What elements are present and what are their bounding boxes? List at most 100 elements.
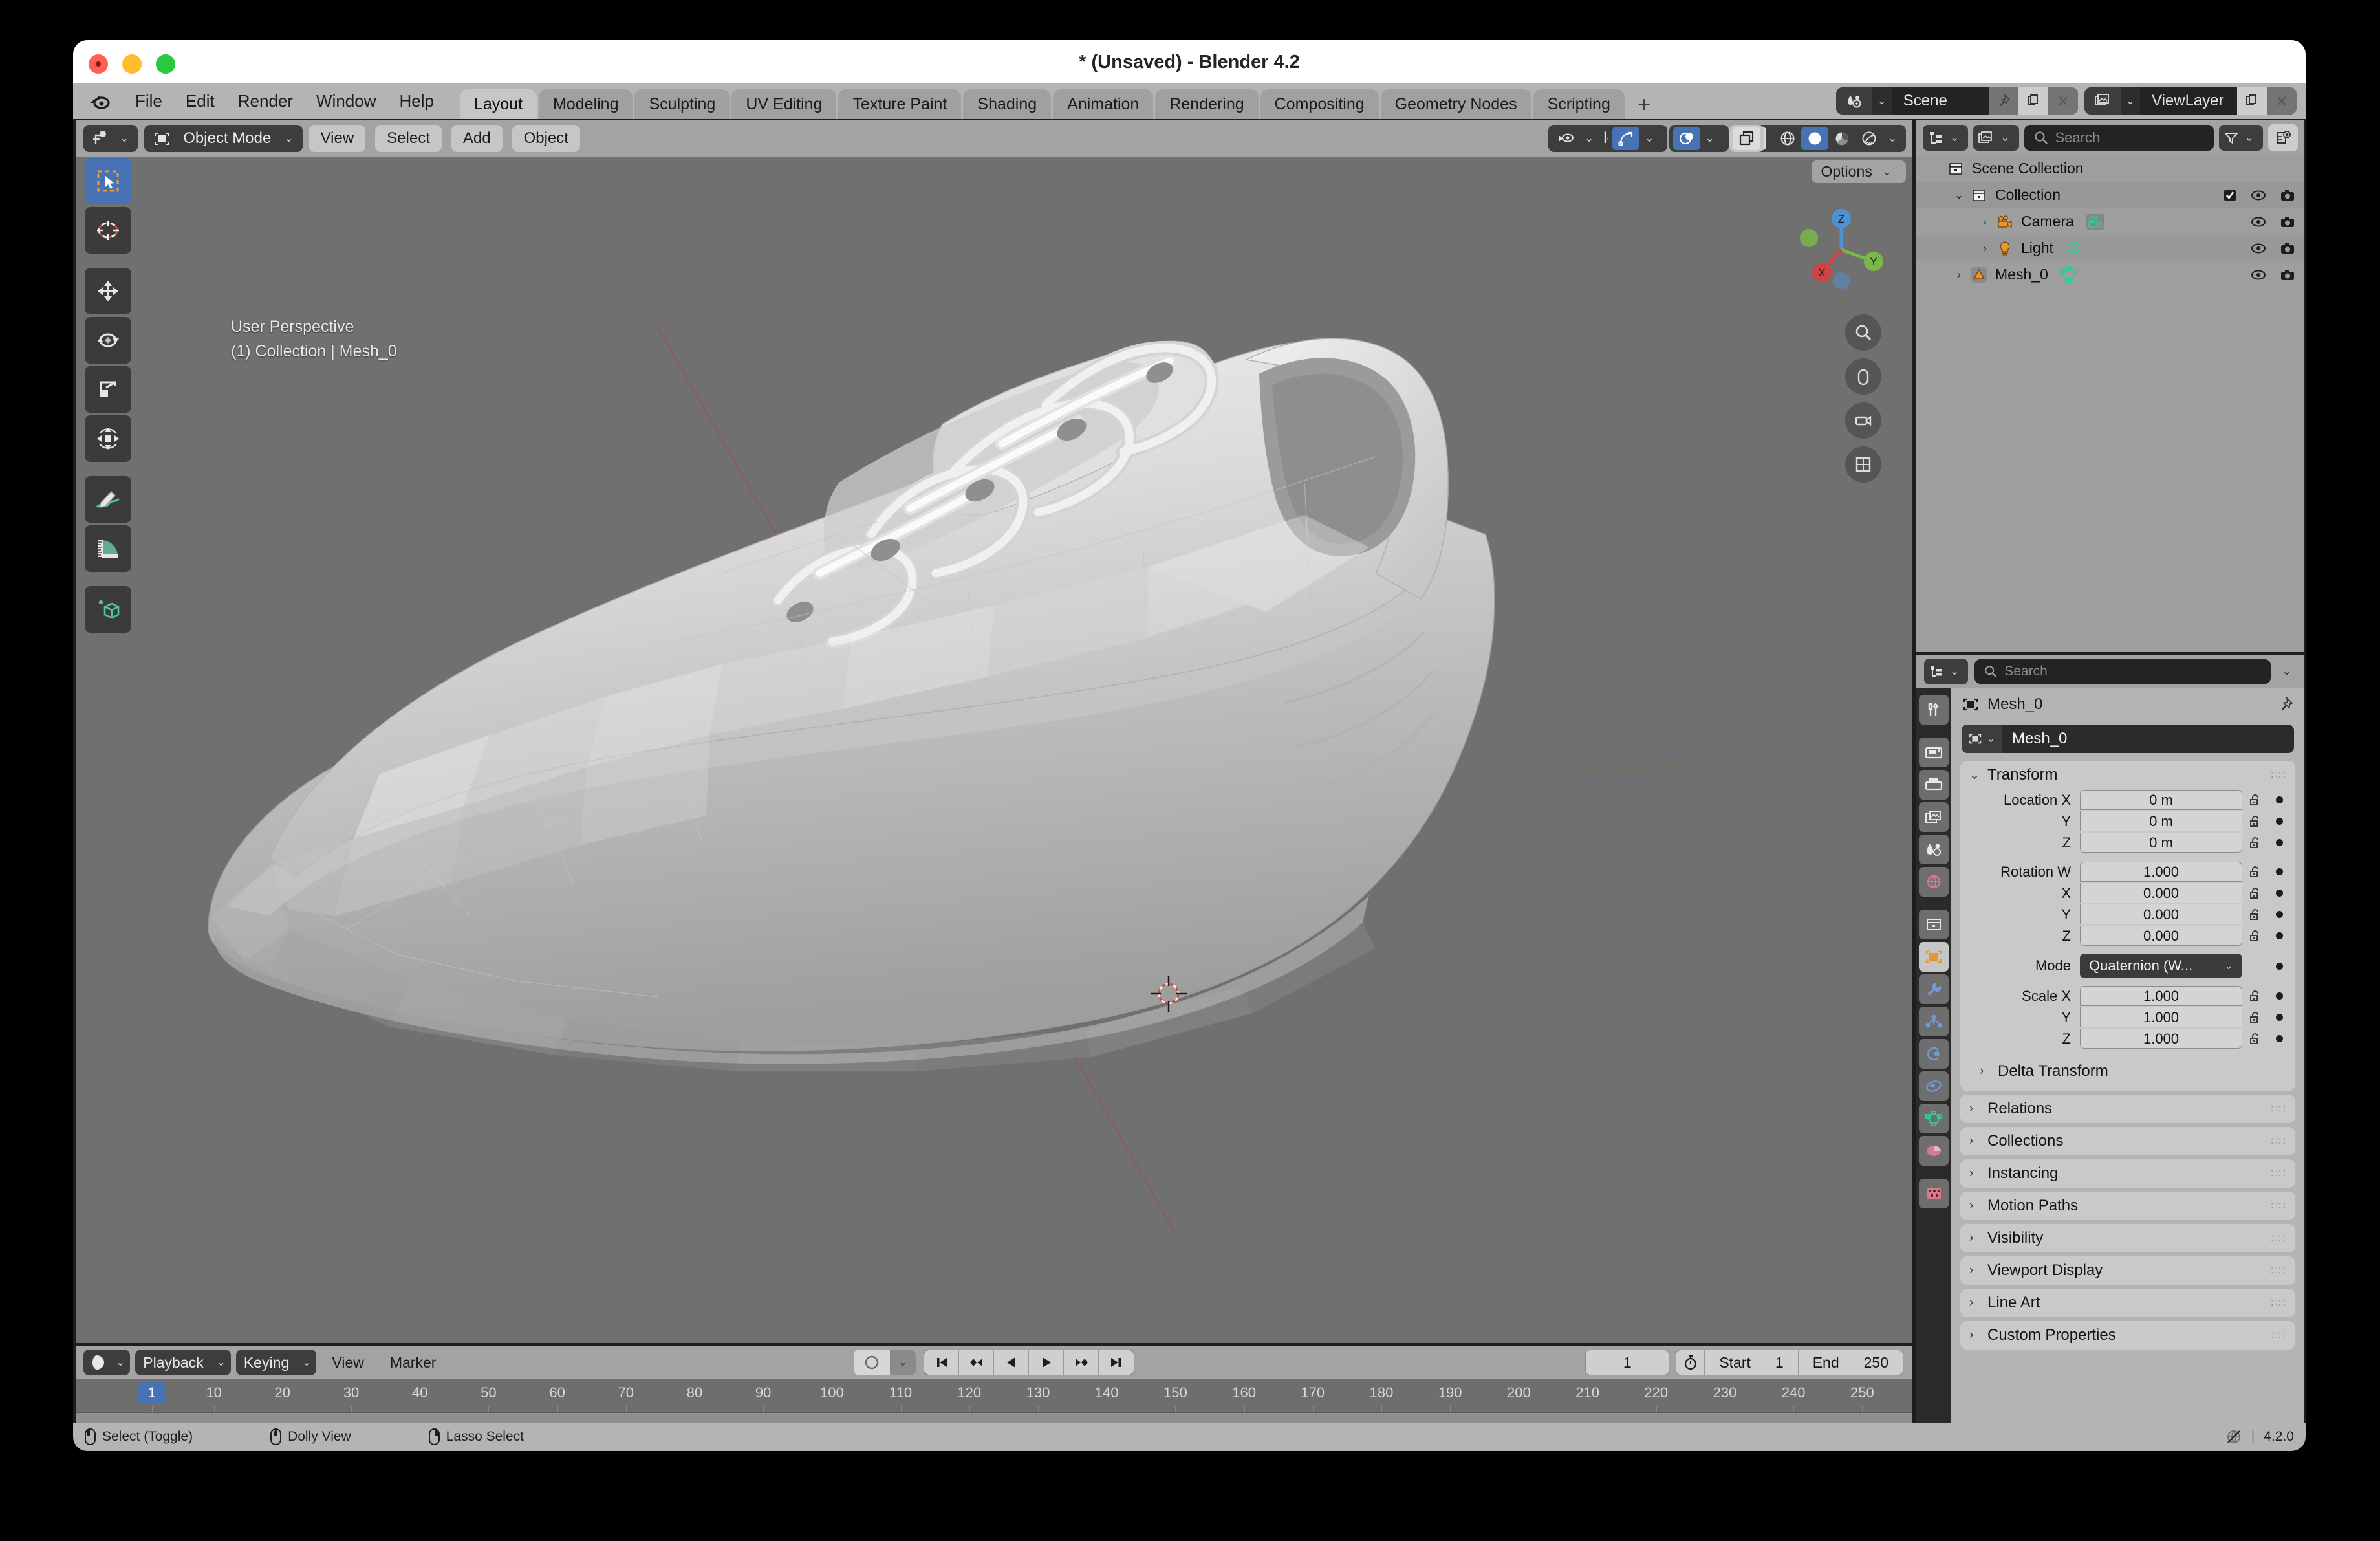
viewport-menu-select[interactable]: Select [375,125,442,152]
properties-editor-type-selector[interactable]: ⌄ [1924,659,1969,684]
line-art-panel-header[interactable]: › Line Art ∷∷ [1960,1289,2295,1317]
interaction-mode-label[interactable]: Object Mode [175,125,279,152]
move-tool[interactable] [85,268,131,314]
outliner-row-mesh-0[interactable]: › Mesh_0 [1916,261,2304,288]
location-x-animate-decorator[interactable] [2268,796,2290,803]
tab-sculpting[interactable]: Sculpting [634,89,730,119]
visibility-panel[interactable]: › Visibility ∷∷ [1960,1224,2295,1252]
tab-scripting[interactable]: Scripting [1533,89,1625,119]
constraints-tab[interactable] [1919,1071,1949,1101]
scene-pin-icon[interactable] [1988,87,2018,115]
playback-chevron-down-icon[interactable]: ⌄ [211,1356,231,1369]
physics-tab[interactable] [1919,1039,1949,1069]
interaction-mode-selector[interactable]: Object Mode ⌄ [144,125,303,152]
rotation-y-animate-decorator[interactable] [2268,911,2290,918]
outliner-display-chevron-down-icon[interactable]: ⌄ [1995,131,2015,144]
playback-label[interactable]: Playback [135,1350,211,1375]
menu-help[interactable]: Help [387,87,445,115]
xray-icon[interactable] [1733,127,1760,150]
shading-chevron-down-icon[interactable]: ⌄ [1883,132,1902,145]
xray-toggle[interactable] [1729,125,1764,152]
keying-menu[interactable]: Keying ⌄ [235,1350,317,1375]
panel-collapsed-chevron-icon[interactable]: › [1969,1263,1981,1278]
rotation-x-lock-icon[interactable] [2242,886,2268,901]
location-x-field[interactable]: 0 m [2080,790,2242,810]
object-tab[interactable] [1919,942,1949,972]
relations-panel[interactable]: › Relations ∷∷ [1960,1095,2295,1123]
outliner-filter-button[interactable]: ⌄ [2218,125,2263,151]
scale-z-field[interactable]: 1.000 [2080,1029,2242,1049]
object-id-chevron-down-icon[interactable]: ⌄ [1986,732,1995,745]
panel-collapsed-chevron-icon[interactable]: › [1969,1296,1981,1310]
panel-collapsed-chevron-icon[interactable]: › [1969,1199,1981,1213]
custom-properties-panel[interactable]: › Custom Properties ∷∷ [1960,1321,2295,1350]
modifiers-tab[interactable] [1919,974,1949,1004]
scene-tab[interactable] [1919,835,1949,864]
timeline-menu-marker[interactable]: Marker [380,1350,447,1375]
add-cube-tool[interactable] [85,586,131,633]
mesh-data-icon[interactable] [2059,265,2078,284]
play-button[interactable] [1029,1350,1064,1375]
tool-tab[interactable] [1919,695,1949,725]
overlays-chevron-down-icon[interactable]: ⌄ [1700,132,1720,145]
hide-in-viewport-eye-icon[interactable] [2250,215,2267,229]
scene-chevron-down-icon[interactable]: ⌄ [1872,94,1892,107]
outliner-row-scene-collection[interactable]: Scene Collection [1916,155,2304,182]
scene-datablock[interactable]: ⌄ Scene [1835,87,2078,115]
rotation-y-lock-icon[interactable] [2242,907,2268,923]
object-name-value[interactable]: Mesh_0 [2002,730,2067,748]
gizmo-chevron-down-icon[interactable]: ⌄ [1639,132,1659,145]
scale-y-lock-icon[interactable] [2242,1010,2268,1025]
camera-data-icon[interactable] [2086,213,2105,230]
properties-editor[interactable]: ⌄ Search ⌄ Mesh_0 ⌄ Mesh_0 ⌄ Transform ∷… [1916,655,2304,1449]
solid-shading-icon[interactable] [1801,127,1828,150]
motion-paths-panel[interactable]: › Motion Paths ∷∷ [1960,1192,2295,1220]
panel-collapsed-chevron-icon[interactable]: › [1969,1166,1981,1181]
rotation-mode-chevron-down-icon[interactable]: ⌄ [2224,959,2233,972]
outliner-row-collection[interactable]: ⌄ Collection [1916,182,2304,208]
panel-collapsed-chevron-icon[interactable]: › [1969,1231,1981,1245]
rotation-z-lock-icon[interactable] [2242,928,2268,944]
add-workspace-button[interactable]: + [1627,89,1662,119]
keying-chevron-down-icon[interactable]: ⌄ [297,1356,316,1369]
material-preview-shading-icon[interactable] [1828,127,1855,150]
panel-expanded-chevron-icon[interactable]: ⌄ [1969,768,1981,783]
visibility-chevron-down-icon[interactable]: ⌄ [1579,132,1599,145]
object-id-name-field[interactable]: ⌄ Mesh_0 [1962,725,2294,753]
gizmo-toggle-group[interactable]: ⌄ [1608,125,1663,152]
collections-panel-header[interactable]: › Collections ∷∷ [1960,1127,2295,1155]
measure-tool[interactable] [85,525,131,572]
jump-to-prev-keyframe-button[interactable] [959,1350,994,1375]
tab-modeling[interactable]: Modeling [539,89,633,119]
texture-tab[interactable] [1919,1179,1949,1208]
zoom-view-icon[interactable] [1845,314,1881,351]
filter-chevron-down-icon[interactable]: ⌄ [2240,131,2259,144]
mode-chevron-down-icon[interactable]: ⌄ [279,132,298,145]
rotation-mode-animate-decorator[interactable] [2268,963,2290,970]
rotation-z-animate-decorator[interactable] [2268,932,2290,939]
tab-uv-editing[interactable]: UV Editing [731,89,837,119]
timeline-ruler[interactable]: 1 10 20 30 40 50 60 70 80 90 100 110 120 130 140 150 160… [76,1379,1912,1414]
viewlayer-name-field[interactable]: ViewLayer [2140,87,2237,115]
row-disclosure-collapsed-icon[interactable]: › [1950,268,1968,281]
rendered-shading-icon[interactable] [1855,127,1883,150]
object-data-tab[interactable] [1919,1104,1949,1133]
editor-type-selector[interactable]: ⌄ [83,125,138,152]
custom-properties-panel-header[interactable]: › Custom Properties ∷∷ [1960,1321,2295,1350]
playback-menu[interactable]: Playback ⌄ [135,1350,231,1375]
jump-to-next-keyframe-button[interactable] [1064,1350,1099,1375]
motion-paths-panel-header[interactable]: › Motion Paths ∷∷ [1960,1192,2295,1220]
start-frame-field[interactable]: Start 1 [1705,1350,1799,1375]
panel-collapsed-chevron-icon[interactable]: › [1969,1134,1981,1148]
viewport-display-panel-header[interactable]: › Viewport Display ∷∷ [1960,1256,2295,1285]
options-chevron-down-icon[interactable]: ⌄ [1877,166,1897,179]
use-preview-range-icon[interactable] [1676,1350,1705,1375]
exclude-checkbox[interactable] [2223,188,2237,202]
scale-z-animate-decorator[interactable] [2268,1035,2290,1042]
rotation-w-lock-icon[interactable] [2242,864,2268,880]
location-z-field[interactable]: 0 m [2080,833,2242,853]
annotate-tool[interactable] [85,476,131,523]
keying-label[interactable]: Keying [236,1350,297,1375]
menu-window[interactable]: Window [305,87,387,115]
location-y-lock-icon[interactable] [2242,814,2268,829]
